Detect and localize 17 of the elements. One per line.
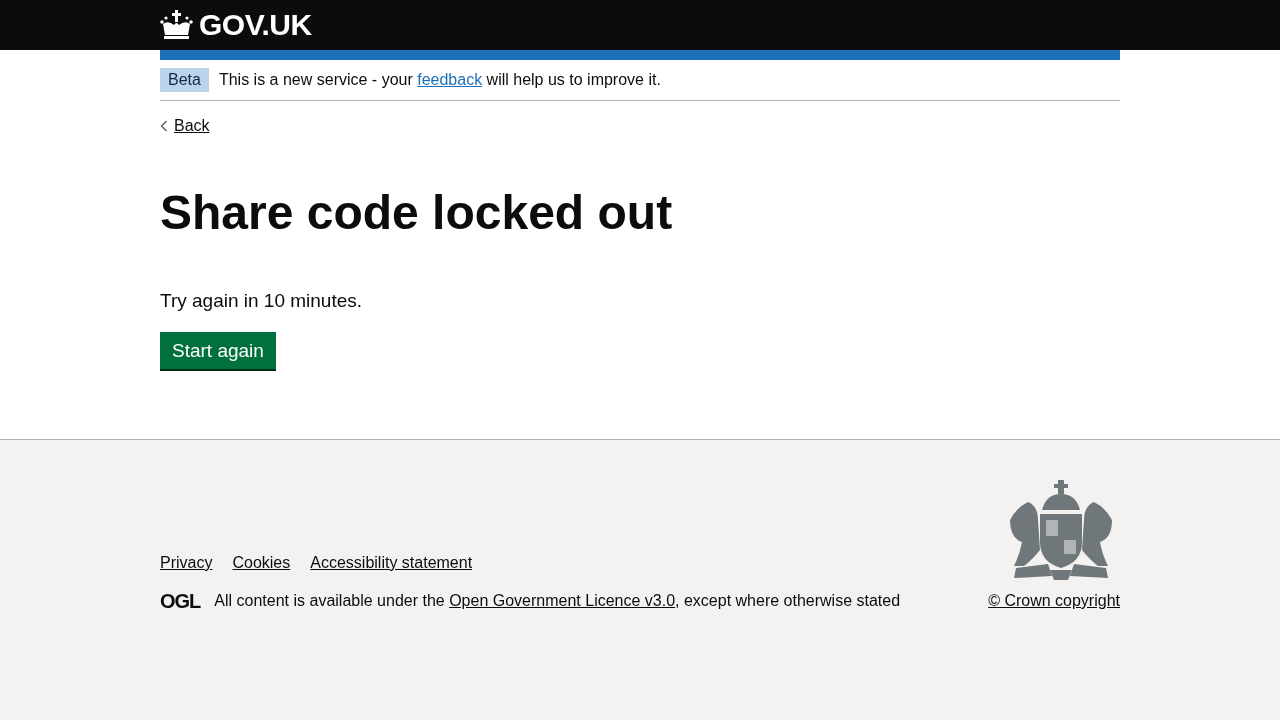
back-link[interactable]: Back — [174, 117, 210, 135]
footer-link[interactable]: Accessibility statement — [310, 554, 473, 572]
licence-link[interactable]: Open Government Licence v3.0 — [449, 592, 676, 609]
body-text: Try again in 10 minutes. — [160, 290, 364, 312]
govuk-logo-link[interactable]: GOV.UK — [160, 8, 312, 42]
footer-link[interactable]: Privacy — [160, 554, 213, 572]
feedback-link[interactable]: feedback — [417, 71, 483, 88]
copyright-link[interactable]: © Crown copyright — [988, 592, 1120, 610]
crown-icon — [160, 10, 193, 40]
page-heading: Share code locked out — [160, 185, 674, 241]
chevron-left-icon — [160, 120, 168, 132]
footer-link[interactable]: Cookies — [232, 554, 291, 572]
phase-banner-text: This is a new service - your feedback will help us to improve it. — [218, 71, 661, 89]
licence-text: All content is available under the Open Government Licence v3.0, except where otherwise stated — [214, 592, 901, 610]
phase-tag: Beta — [160, 68, 209, 92]
licence-logo: OGL — [160, 593, 201, 609]
start-again-button[interactable]: Start again — [160, 332, 276, 369]
